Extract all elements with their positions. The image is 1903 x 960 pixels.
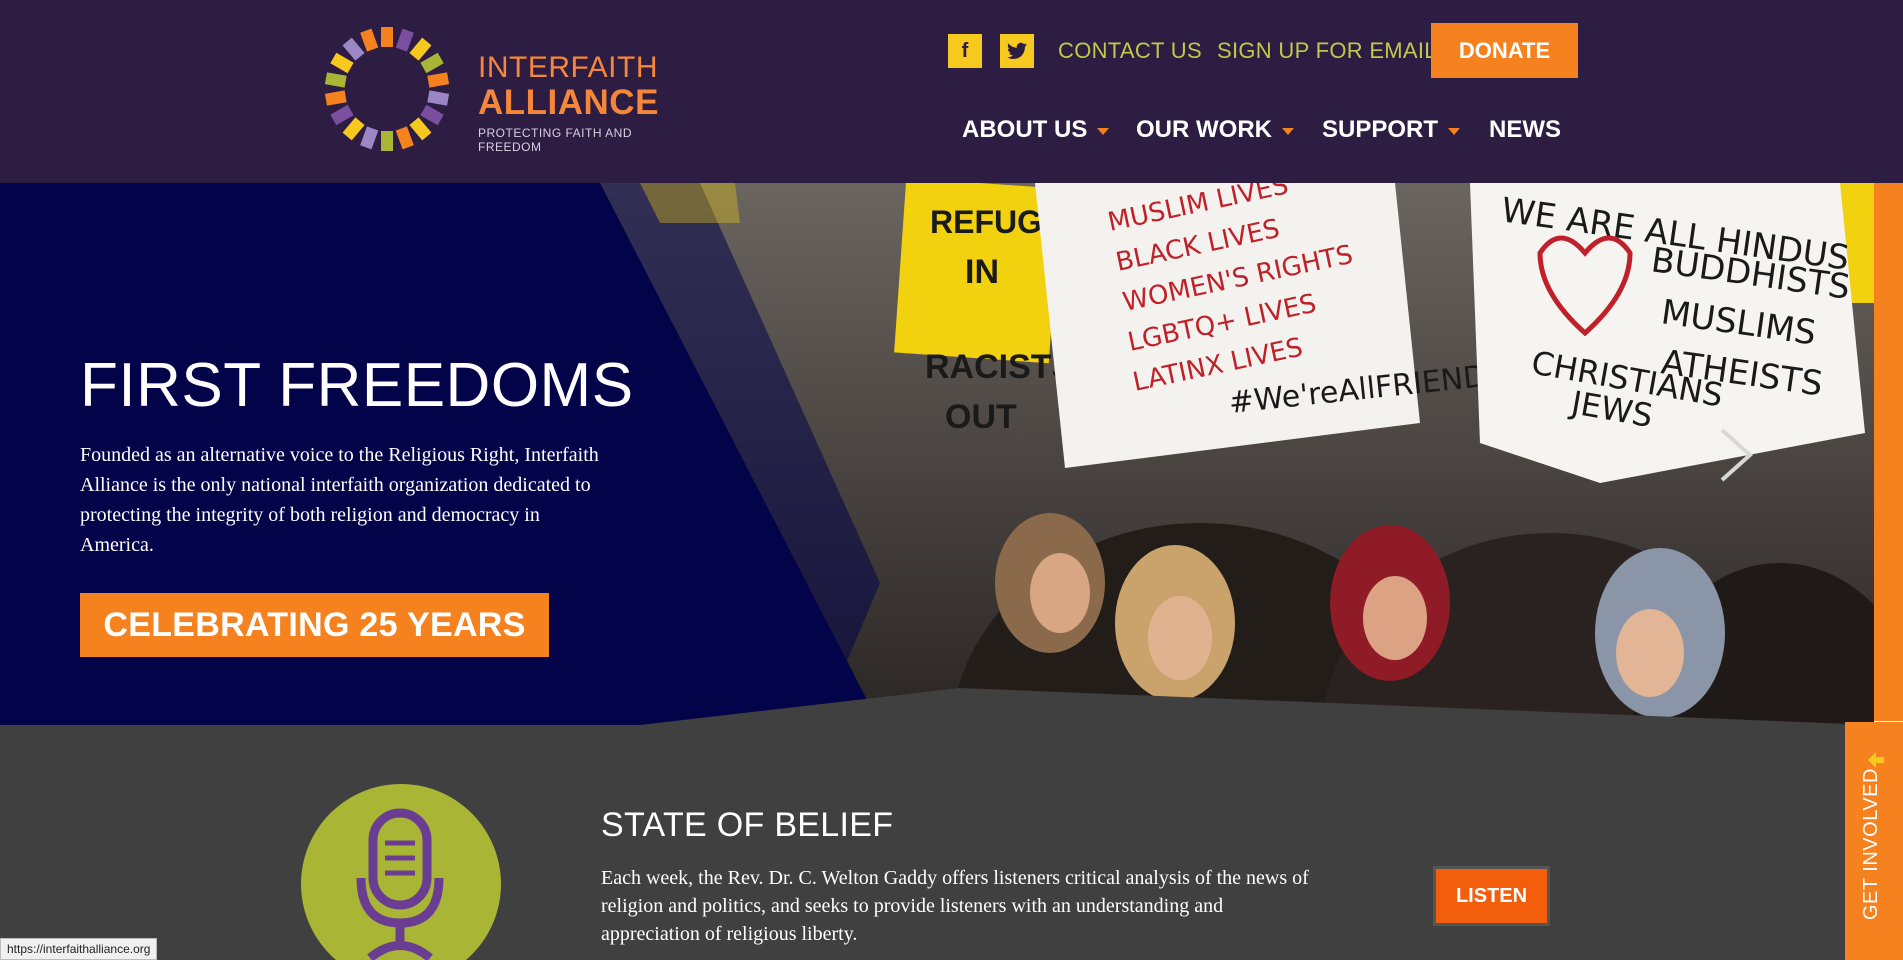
logo-text: INTERFAITH ALLIANCE PROTECTING FAITH AND… [478, 51, 680, 155]
chevron-down-icon [1097, 127, 1110, 135]
site-header: INTERFAITH ALLIANCE PROTECTING FAITH AND… [0, 0, 1903, 183]
hero-right-strip [1874, 183, 1903, 721]
microphone-icon [356, 808, 444, 960]
logo-tagline: PROTECTING FAITH AND FREEDOM [478, 126, 633, 154]
arrow-left-icon [1868, 752, 1884, 768]
twitter-icon[interactable] [1000, 34, 1034, 68]
sign-in: IN [965, 253, 999, 291]
logo-line-2: ALLIANCE [478, 83, 659, 122]
nav-news-label: NEWS [1489, 116, 1561, 143]
nav-our-work[interactable]: OUR WORK [1136, 116, 1294, 144]
chevron-down-icon [1281, 127, 1294, 135]
status-bar-url: https://interfaithalliance.org [0, 938, 158, 960]
nav-support[interactable]: SUPPORT [1322, 116, 1461, 144]
facebook-icon[interactable]: f [948, 34, 982, 68]
site-logo[interactable]: INTERFAITH ALLIANCE PROTECTING FAITH AND… [320, 22, 680, 156]
get-involved-label: GET INVOLVED [1860, 768, 1882, 920]
contact-us-link[interactable]: CONTACT US [1058, 38, 1202, 64]
hero-description: Founded as an alternative voice to the R… [80, 444, 599, 556]
hero-banner: REFUGEES IN RACISTS OUT MUSLIM LIVES BLA… [0, 183, 1874, 725]
sign-up-email-link[interactable]: SIGN UP FOR EMAIL [1217, 38, 1437, 64]
nav-support-label: SUPPORT [1322, 116, 1439, 143]
celebrating-25-years-button[interactable]: CELEBRATING 25 YEARS [80, 593, 549, 657]
nav-about-us-label: ABOUT US [962, 116, 1088, 143]
listen-button[interactable]: LISTEN [1433, 866, 1550, 926]
state-of-belief-description: Each week, the Rev. Dr. C. Welton Gaddy … [601, 867, 1309, 945]
nav-our-work-label: OUR WORK [1136, 116, 1272, 143]
state-of-belief-title: STATE OF BELIEF [601, 806, 894, 844]
hero-title: FIRST FREEDOMS [80, 351, 634, 420]
donate-button[interactable]: DONATE [1431, 23, 1578, 78]
logo-ring-icon [324, 27, 450, 151]
nav-about-us[interactable]: ABOUT US [962, 116, 1110, 144]
chevron-down-icon [1448, 127, 1461, 135]
logo-line-1: INTERFAITH [478, 51, 659, 84]
nav-news[interactable]: NEWS [1489, 116, 1561, 144]
twitter-bird-icon [1007, 42, 1027, 59]
chevron-right-icon[interactable] [1710, 425, 1760, 485]
